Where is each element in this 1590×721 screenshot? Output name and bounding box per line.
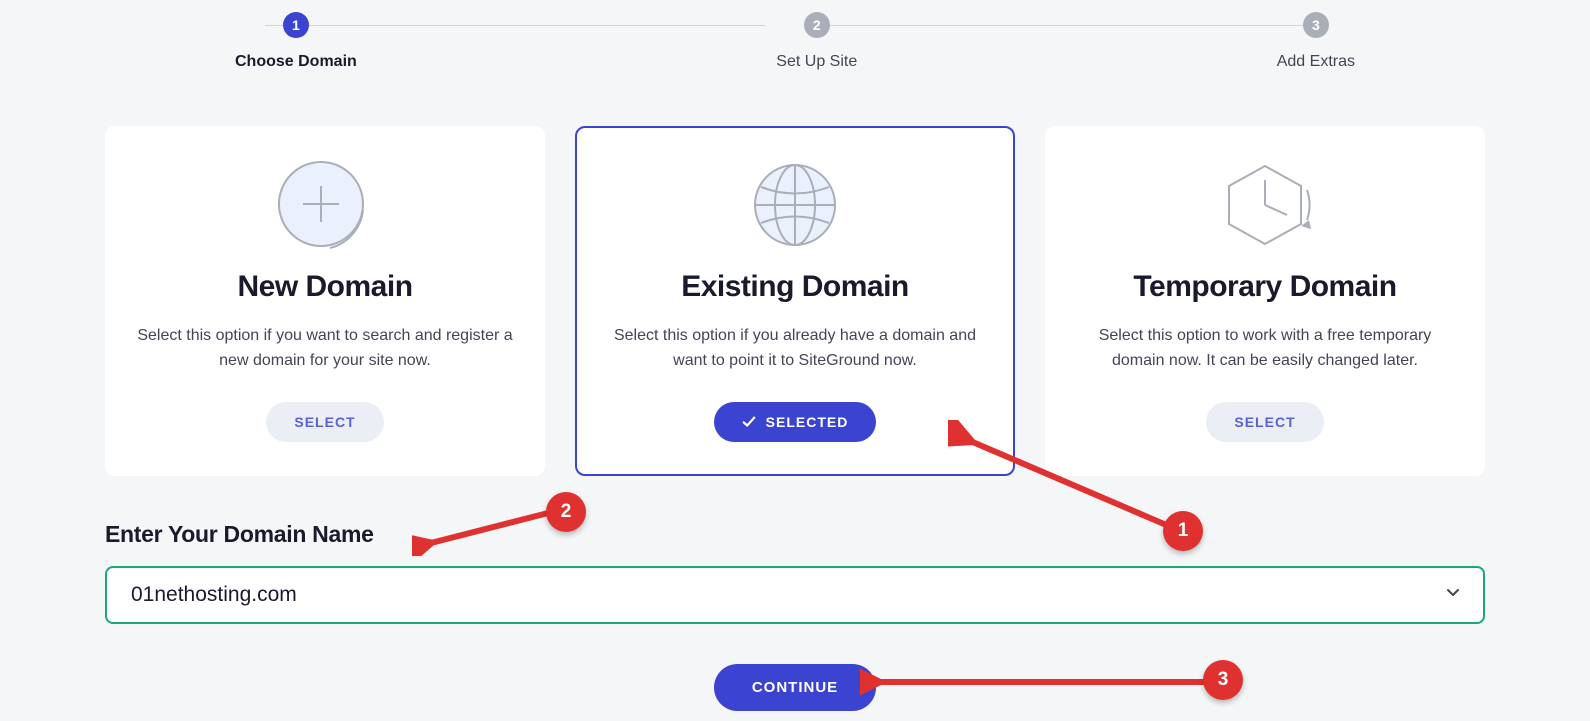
check-icon	[742, 415, 756, 429]
plus-circle-icon	[275, 160, 375, 250]
select-temporary-domain-button[interactable]: SELECT	[1206, 402, 1323, 442]
domain-input-section: Enter Your Domain Name	[105, 521, 1485, 624]
stepper: 1 Choose Domain 2 Set Up Site 3 Add Extr…	[235, 12, 1355, 71]
chevron-down-icon[interactable]	[1445, 584, 1461, 605]
stepper-line	[825, 25, 1325, 26]
card-title: Existing Domain	[681, 270, 909, 304]
step-label: Set Up Site	[776, 53, 857, 71]
card-existing-domain[interactable]: Existing Domain Select this option if yo…	[575, 126, 1015, 476]
clock-hexagon-icon	[1215, 160, 1315, 250]
step-choose-domain[interactable]: 1 Choose Domain	[235, 12, 357, 71]
select-new-domain-button[interactable]: SELECT	[266, 402, 383, 442]
step-label: Choose Domain	[235, 53, 357, 71]
domain-input-heading: Enter Your Domain Name	[105, 521, 1485, 548]
selected-existing-domain-button[interactable]: SELECTED	[714, 402, 877, 442]
globe-icon	[750, 160, 840, 250]
continue-button[interactable]: CONTINUE	[714, 664, 876, 711]
card-title: Temporary Domain	[1133, 270, 1396, 304]
domain-option-cards: New Domain Select this option if you wan…	[105, 126, 1485, 476]
card-temporary-domain[interactable]: Temporary Domain Select this option to w…	[1045, 126, 1485, 476]
card-new-domain[interactable]: New Domain Select this option if you wan…	[105, 126, 545, 476]
button-label: SELECTED	[766, 414, 849, 430]
step-label: Add Extras	[1277, 53, 1355, 71]
step-set-up-site[interactable]: 2 Set Up Site	[776, 12, 857, 71]
step-number-badge: 3	[1303, 12, 1329, 38]
card-description: Select this option if you want to search…	[135, 324, 515, 374]
domain-name-field[interactable]	[105, 566, 1485, 624]
domain-name-input[interactable]	[129, 582, 1445, 608]
card-description: Select this option to work with a free t…	[1075, 324, 1455, 374]
step-add-extras[interactable]: 3 Add Extras	[1277, 12, 1355, 71]
step-number-badge: 1	[283, 12, 309, 38]
card-title: New Domain	[237, 270, 412, 304]
continue-row: CONTINUE	[105, 664, 1485, 711]
card-description: Select this option if you already have a…	[605, 324, 985, 374]
step-number-badge: 2	[804, 12, 830, 38]
